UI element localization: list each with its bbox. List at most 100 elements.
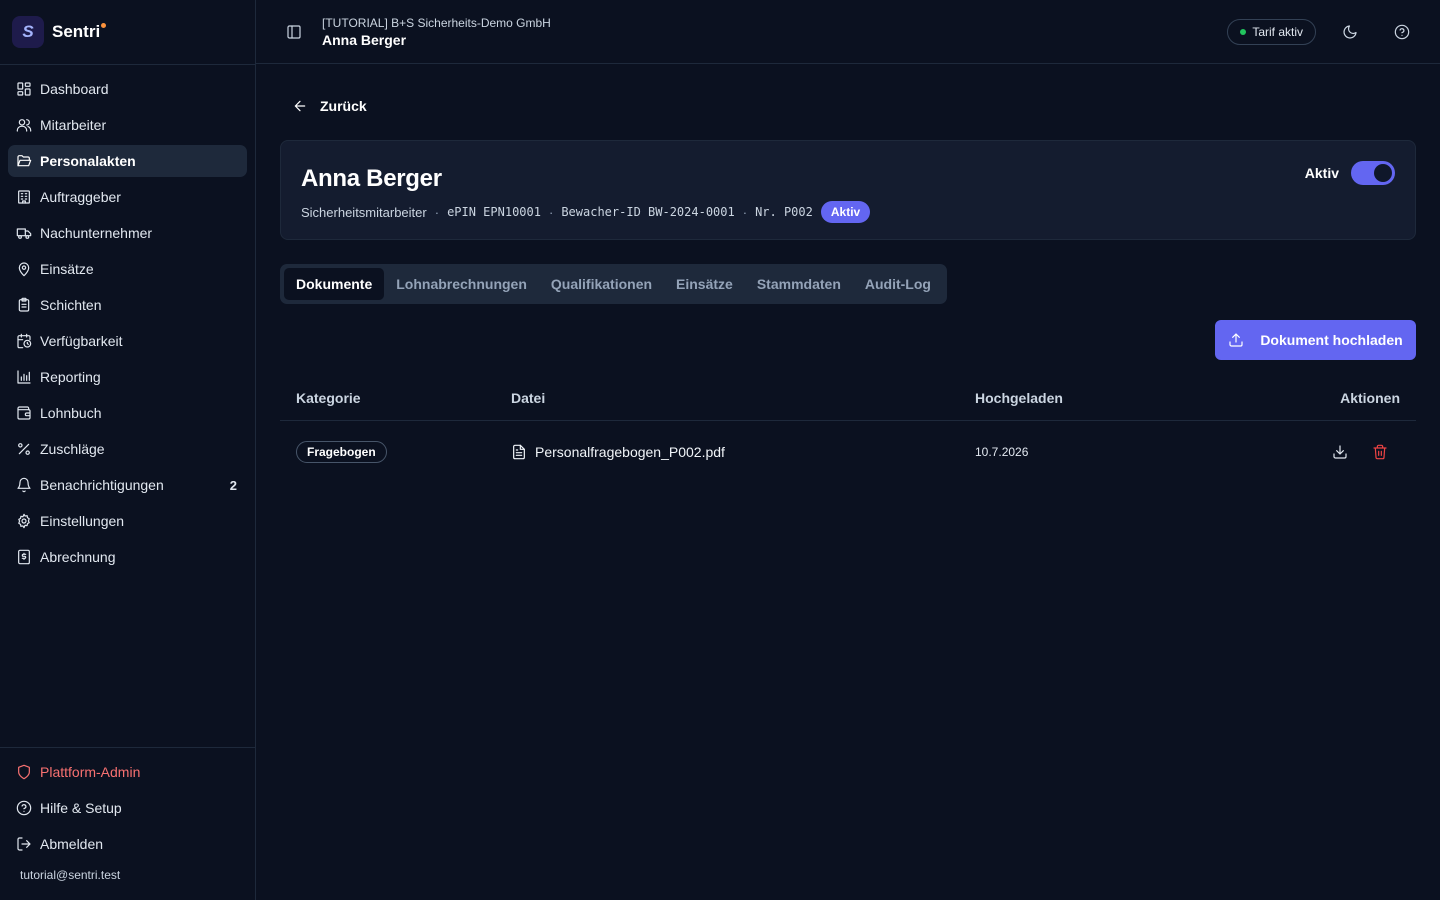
sidebar-toggle-button[interactable] xyxy=(284,22,304,42)
page-title: Anna Berger xyxy=(322,31,407,48)
separator-dot: · xyxy=(434,204,440,220)
sidebar-item-label: Personalakten xyxy=(40,153,136,169)
truck-icon xyxy=(16,228,32,239)
sidebar-item-label: Abmelden xyxy=(40,836,104,852)
sidebar-item-schichten[interactable]: Schichten xyxy=(8,289,247,321)
help-button[interactable] xyxy=(1392,22,1412,42)
tab-qualifikationen[interactable]: Qualifikationen xyxy=(539,268,664,300)
file-name: Personalfragebogen_P002.pdf xyxy=(535,444,725,460)
map-pin-icon xyxy=(18,262,30,277)
sidebar-item-lohnbuch[interactable]: Lohnbuch xyxy=(8,397,247,429)
sidebar-item-plattform-admin[interactable]: Plattform-Admin xyxy=(8,756,247,788)
active-toggle-label: Aktiv xyxy=(1304,165,1339,181)
brand-name: Sentri xyxy=(52,22,107,42)
sidebar-item-personalakten[interactable]: Personalakten xyxy=(8,145,247,177)
documents-toolbar: Dokument hochladen xyxy=(280,320,1416,360)
sidebar-item-verfuegbarkeit[interactable]: Verfügbarkeit xyxy=(8,325,247,357)
theme-toggle-button[interactable] xyxy=(1340,22,1360,42)
sidebar-item-mitarbeiter[interactable]: Mitarbeiter xyxy=(8,109,247,141)
bell-icon xyxy=(17,477,31,493)
sidebar-item-abmelden[interactable]: Abmelden xyxy=(8,828,247,860)
sidebar-footer: Plattform-Admin Hilfe & Setup Abmelden t… xyxy=(0,747,255,900)
download-button[interactable] xyxy=(1328,440,1352,464)
tab-einsaetze[interactable]: Einsätze xyxy=(664,268,745,300)
help-circle-icon xyxy=(16,800,32,816)
sidebar-item-nachunternehmer[interactable]: Nachunternehmer xyxy=(8,217,247,249)
sidebar-item-label: Abrechnung xyxy=(40,549,116,565)
sidebar-item-hilfe[interactable]: Hilfe & Setup xyxy=(8,792,247,824)
sidebar-item-label: Reporting xyxy=(40,369,101,385)
sidebar-item-label: Zuschläge xyxy=(40,441,105,457)
topbar-titles: [TUTORIAL] B+S Sicherheits-Demo GmbH Ann… xyxy=(322,16,1227,48)
logout-icon xyxy=(17,837,31,851)
tab-lohnabrechnungen[interactable]: Lohnabrechnungen xyxy=(384,268,539,300)
tab-bar: Dokumente Lohnabrechnungen Qualifikation… xyxy=(280,264,947,304)
moon-icon xyxy=(1343,24,1357,39)
sidebar: S Sentri Dashboard Mitarbeiter Personala… xyxy=(0,0,256,900)
upload-document-label: Dokument hochladen xyxy=(1260,332,1403,348)
bar-chart-icon xyxy=(17,370,31,384)
status-badge: Aktiv xyxy=(820,201,871,223)
brand-dot xyxy=(101,23,107,28)
column-header-actions: Aktionen xyxy=(1340,390,1400,406)
column-header-uploaded: Hochgeladen xyxy=(975,390,1063,406)
upload-document-button[interactable]: Dokument hochladen xyxy=(1215,320,1416,360)
active-toggle-switch[interactable] xyxy=(1351,161,1395,185)
sidebar-item-abrechnung[interactable]: Abrechnung xyxy=(8,541,247,573)
tab-stammdaten[interactable]: Stammdaten xyxy=(745,268,853,300)
column-header-category: Kategorie xyxy=(296,390,361,406)
employee-epin: ePIN EPN10001 xyxy=(447,205,541,219)
upload-icon xyxy=(1229,333,1243,347)
topbar: [TUTORIAL] B+S Sicherheits-Demo GmbH Ann… xyxy=(256,0,1440,64)
clipboard-icon xyxy=(18,297,30,312)
tab-audit-log[interactable]: Audit-Log xyxy=(853,268,943,300)
table-row: Fragebogen Personalfragebogen_P002.pdf 1… xyxy=(280,421,1416,483)
tab-dokumente[interactable]: Dokumente xyxy=(284,268,385,300)
back-button[interactable]: Zurück xyxy=(280,94,400,118)
wallet-icon xyxy=(17,406,31,420)
download-icon xyxy=(1333,445,1347,459)
sidebar-item-label: Schichten xyxy=(40,297,102,313)
users-icon xyxy=(16,119,32,132)
category-badge: Fragebogen xyxy=(296,441,387,463)
delete-button[interactable] xyxy=(1368,440,1392,464)
tarif-status-badge[interactable]: Tarif aktiv xyxy=(1227,18,1316,45)
file-cell: Personalfragebogen_P002.pdf xyxy=(511,444,975,460)
sidebar-item-label: Einsätze xyxy=(40,261,94,277)
sidebar-item-label: Plattform-Admin xyxy=(40,764,141,780)
documents-table: Kategorie Datei Hochgeladen Aktionen Fra… xyxy=(280,376,1416,483)
sidebar-item-einstellungen[interactable]: Einstellungen xyxy=(8,505,247,537)
sidebar-item-benachrichtigungen[interactable]: Benachrichtigungen 2 xyxy=(8,469,247,501)
employee-meta: Sicherheitsmitarbeiter · ePIN EPN10001 ·… xyxy=(301,201,1395,223)
dashboard-grid-icon xyxy=(17,82,31,96)
sidebar-item-reporting[interactable]: Reporting xyxy=(8,361,247,393)
tarif-status-label: Tarif aktiv xyxy=(1252,24,1303,39)
sidebar-item-label: Benachrichtigungen xyxy=(40,477,164,493)
gear-icon xyxy=(18,513,30,529)
employee-role: Sicherheitsmitarbeiter xyxy=(301,204,427,220)
separator-dot: · xyxy=(548,204,554,220)
profile-card: Anna Berger Sicherheitsmitarbeiter · ePI… xyxy=(280,140,1416,240)
main-content: Zurück Anna Berger Sicherheitsmitarbeite… xyxy=(280,64,1416,483)
trash-icon xyxy=(1373,444,1387,460)
file-text-icon xyxy=(513,444,525,460)
user-email: tutorial@sentri.test xyxy=(20,868,121,882)
brand[interactable]: S Sentri xyxy=(0,0,255,65)
organization-name: [TUTORIAL] B+S Sicherheits-Demo GmbH xyxy=(322,15,551,30)
column-header-file: Datei xyxy=(511,390,546,406)
sidebar-item-label: Lohnbuch xyxy=(40,405,102,421)
sidebar-item-zuschlaege[interactable]: Zuschläge xyxy=(8,433,247,465)
back-label: Zurück xyxy=(320,98,367,114)
help-circle-icon xyxy=(1394,24,1410,39)
receipt-icon xyxy=(18,549,30,565)
file-link[interactable]: Personalfragebogen_P002.pdf xyxy=(511,444,975,460)
sidebar-item-auftraggeber[interactable]: Auftraggeber xyxy=(8,181,247,213)
sidebar-item-dashboard[interactable]: Dashboard xyxy=(8,73,247,105)
sidebar-item-einsaetze[interactable]: Einsätze xyxy=(8,253,247,285)
folder-open-icon xyxy=(17,155,32,167)
employee-name: Anna Berger xyxy=(301,165,442,192)
status-dot xyxy=(1240,28,1247,35)
brand-name-text: Sentri xyxy=(52,22,101,41)
employee-number: Nr. P002 xyxy=(755,205,813,219)
arrow-left-icon xyxy=(294,100,306,112)
